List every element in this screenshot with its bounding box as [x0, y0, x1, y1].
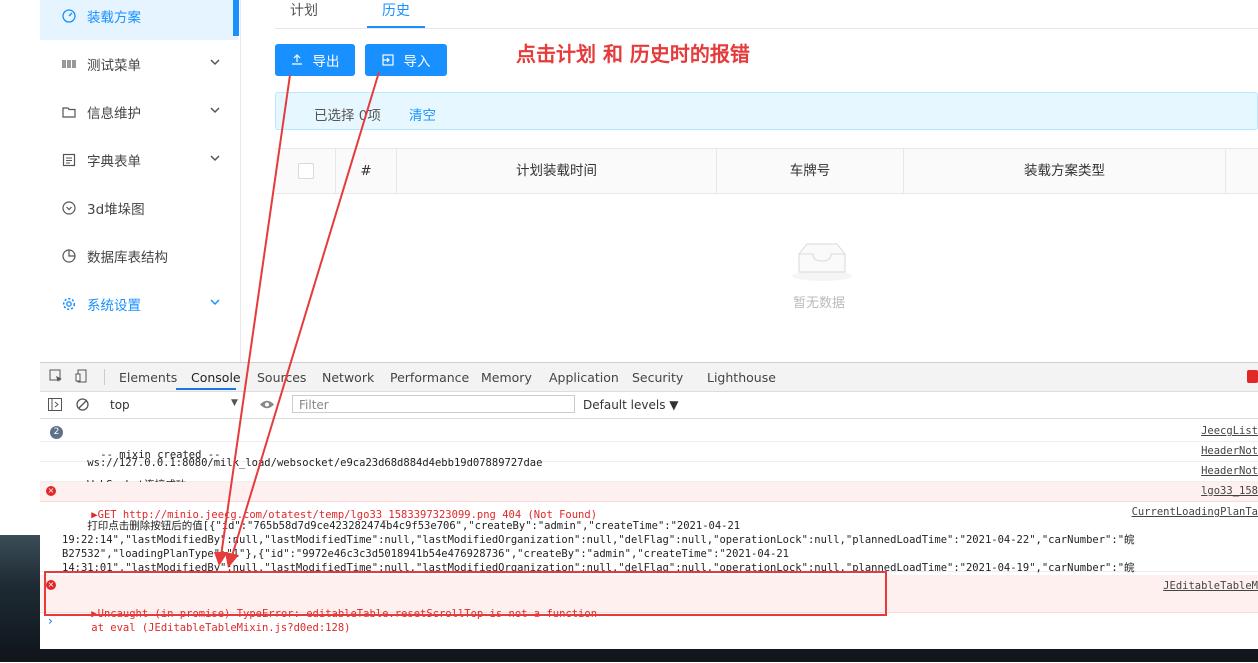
taskbar-strip [0, 648, 1258, 662]
inspect-icon[interactable] [49, 369, 63, 383]
console-source-link[interactable]: lgo33_158 [1201, 485, 1258, 497]
sidebar-item-label: 测试菜单 [87, 58, 141, 74]
clear-selection-link[interactable]: 清空 [409, 104, 436, 124]
console-message: 打印点击删除按钮后的值[{"id":"765b58d7d9ce423282474… [40, 502, 1258, 588]
console-prompt-icon[interactable]: › [48, 614, 53, 628]
tab-security[interactable]: Security [632, 370, 683, 385]
chevron-down-icon [210, 59, 220, 66]
selected-count: 已选择 0项 [314, 108, 381, 124]
sidebar-item-label: 系统设置 [87, 298, 141, 314]
barcode-icon [62, 57, 76, 71]
dashboard-icon [62, 9, 76, 23]
console-source-link[interactable]: CurrentLoadingPlanTa [1132, 505, 1258, 519]
tab-network[interactable]: Network [322, 370, 374, 385]
column-header-index: # [336, 149, 397, 193]
column-header-plan-time[interactable]: 计划装载时间 [397, 149, 717, 193]
empty-text: 暂无数据 [793, 296, 846, 311]
tab-memory[interactable]: Memory [481, 370, 532, 385]
annotation-text: 点击计划 和 历史时的报错 [516, 42, 750, 66]
error-icon: × [46, 486, 56, 496]
export-label: 导出 [312, 54, 340, 70]
repeat-count-badge: 2 [50, 426, 63, 439]
select-all-checkbox[interactable] [298, 163, 314, 179]
tab-sources[interactable]: Sources [257, 370, 306, 385]
context-dropdown-icon[interactable]: ▼ [231, 398, 238, 408]
tab-history[interactable]: 历史 [367, 0, 425, 28]
column-header-plan-type[interactable]: 装载方案类型 [904, 149, 1226, 193]
console-filter-input[interactable]: Filter [292, 395, 575, 413]
sidebar-item-system-settings[interactable]: 系统设置 [40, 280, 238, 328]
console-source-link[interactable]: JeecgList [1201, 425, 1258, 437]
column-header-car-number[interactable]: 车牌号 [717, 149, 904, 193]
folder-icon [62, 105, 76, 119]
eye-icon[interactable] [259, 399, 275, 410]
import-label: 导入 [403, 54, 431, 70]
sidebar-item-loading-plan[interactable]: 装载方案 [40, 0, 238, 40]
log-levels-select[interactable]: Default levels ▼ [583, 398, 679, 412]
console-error: × ▶GET http://minio.jeecg.com/otatest/te… [40, 482, 1258, 521]
sidebar-item-label: 信息维护 [87, 106, 141, 122]
gear-icon [62, 297, 76, 311]
devtools-tab-bar: Elements Console Sources Network Perform… [40, 363, 1258, 392]
sidebar-item-3d-stack[interactable]: 3d堆垛图 [40, 184, 238, 232]
tab-console[interactable]: Console [191, 370, 241, 385]
empty-inbox-icon [792, 243, 852, 281]
sidebar-active-indicator [233, 0, 239, 36]
sidebar-toggle-icon[interactable] [48, 398, 62, 411]
tab-bar: 计划 历史 [275, 0, 1258, 29]
sidebar-item-dict-form[interactable]: 字典表单 [40, 136, 238, 184]
divider [104, 369, 105, 385]
console-source-link[interactable]: HeaderNot [1201, 465, 1258, 477]
tab-application[interactable]: Application [549, 370, 619, 385]
chevron-down-icon [210, 155, 220, 162]
console-source-link[interactable]: HeaderNot [1201, 445, 1258, 457]
pie-chart-icon [62, 249, 76, 263]
sidebar-item-label: 装载方案 [87, 10, 141, 26]
import-button[interactable]: 导入 [365, 44, 447, 76]
error-highlight-box [44, 571, 887, 616]
sidebar: 装载方案 测试菜单 信息维护 字典表单 3d堆垛图 数据库表结构 系统设置 [40, 0, 241, 362]
error-count-icon[interactable] [1247, 370, 1258, 383]
form-icon [62, 153, 76, 167]
console-source-link[interactable]: JEditableTableM [1163, 579, 1258, 593]
chevron-down-icon [210, 299, 220, 306]
export-button[interactable]: 导出 [275, 44, 355, 76]
selection-alert: 已选择 0项 清空 [275, 92, 1258, 130]
console-message: 2 -- mixin created -- JeecgList [40, 422, 1258, 461]
clear-console-icon[interactable] [76, 398, 89, 411]
tab-elements[interactable]: Elements [119, 370, 177, 385]
sidebar-item-label: 字典表单 [87, 154, 141, 170]
import-icon [381, 54, 394, 66]
sidebar-item-label: 3d堆垛图 [87, 202, 145, 218]
tab-performance[interactable]: Performance [390, 370, 469, 385]
chevron-down-icon [210, 107, 220, 114]
device-toolbar-icon[interactable] [75, 369, 89, 383]
upload-icon [291, 54, 302, 65]
console-message: WebSocket连接成功 HeaderNot [40, 462, 1258, 491]
tab-plan[interactable]: 计划 [290, 0, 318, 28]
circle-chevron-icon [62, 201, 76, 215]
sidebar-item-info-maintain[interactable]: 信息维护 [40, 88, 238, 136]
sidebar-item-test-menu[interactable]: 测试菜单 [40, 40, 238, 88]
console-toolbar: top ▼ Filter Default levels ▼ [40, 392, 1258, 419]
console-message: ws://127.0.0.1:8080/milk_load/websocket/… [40, 442, 1258, 469]
table-header: # 计划装载时间 车牌号 装载方案类型 [275, 148, 1258, 194]
desktop-background [0, 535, 40, 662]
tab-lighthouse[interactable]: Lighthouse [707, 370, 776, 385]
sidebar-item-label: 数据库表结构 [87, 250, 168, 266]
context-select[interactable]: top [110, 398, 130, 412]
sidebar-item-db-schema[interactable]: 数据库表结构 [40, 232, 238, 280]
select-all-cell [275, 149, 336, 193]
active-tab-underline [176, 388, 236, 390]
